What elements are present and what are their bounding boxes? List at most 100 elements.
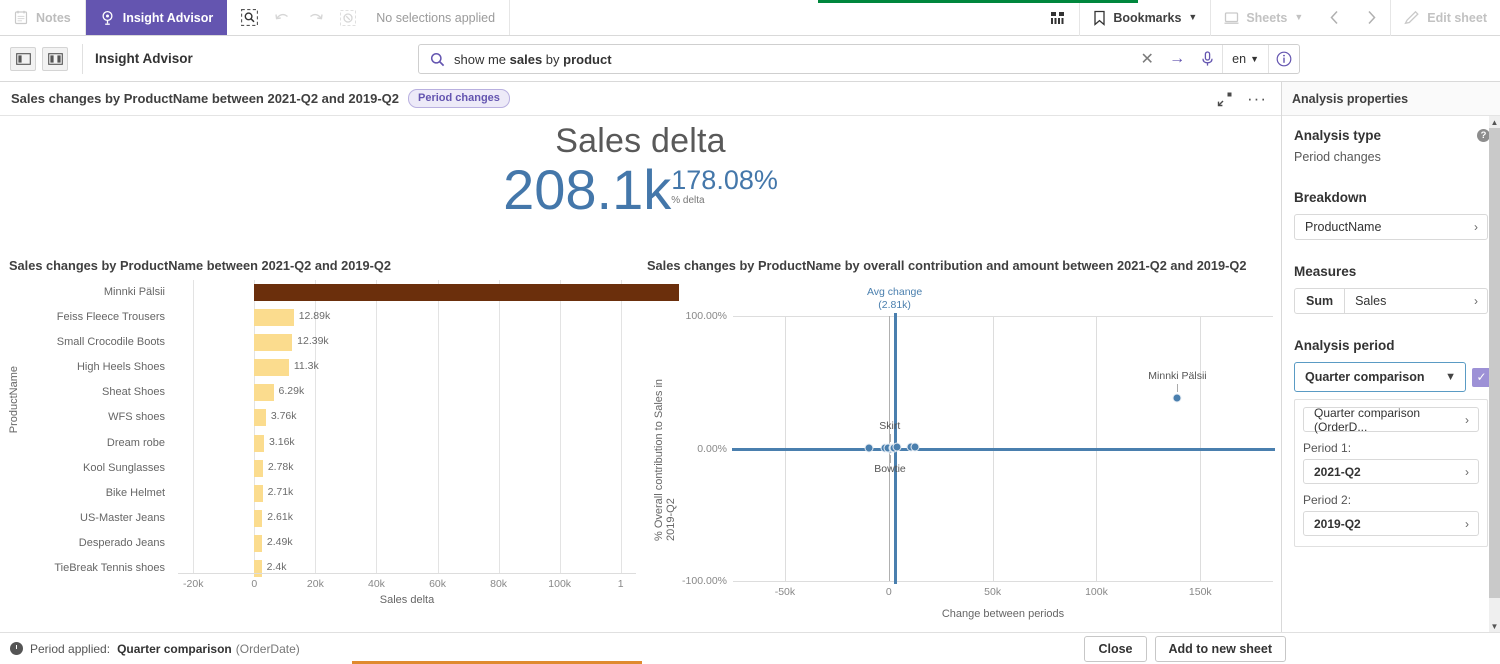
bar[interactable]: [254, 309, 294, 327]
bar-row[interactable]: 12.39k: [178, 330, 636, 355]
sheets-button[interactable]: Sheets ▼: [1211, 0, 1316, 35]
selection-search-icon[interactable]: [241, 9, 259, 26]
scatter-point[interactable]: [1172, 393, 1182, 403]
nav-insight-advisor[interactable]: Insight Advisor: [85, 0, 228, 35]
search-bar[interactable]: show me sales by product ✕ → en ▼: [418, 44, 1300, 74]
scatter-point-label: Minnki Pälsii: [1148, 370, 1207, 383]
bar-chart-title: Sales changes by ProductName between 202…: [9, 258, 391, 273]
collapse-icon[interactable]: [1217, 91, 1233, 107]
bar-row[interactable]: 2.61k: [178, 506, 636, 531]
bar[interactable]: [254, 509, 263, 527]
bar-row[interactable]: 11.3k: [178, 355, 636, 380]
clear-selections-icon[interactable]: [340, 9, 357, 26]
period2-selector[interactable]: 2019-Q2 ›: [1303, 511, 1479, 536]
analysis-type-value: Period changes: [1294, 150, 1381, 164]
scatter-x-tick-labels: -50k 0 50k 100k 150k: [733, 586, 1273, 602]
bar-chart-category-labels: Minnki Pälsii Feiss Fleece Trousers Small …: [0, 280, 172, 581]
nav-notes[interactable]: Notes: [0, 0, 86, 35]
x-tick-label: -20k: [183, 578, 204, 590]
selection-status-text: No selections applied: [376, 10, 496, 25]
notes-icon: [14, 10, 28, 25]
bar[interactable]: [254, 359, 289, 377]
bar[interactable]: [254, 409, 266, 427]
zero-horizontal-line: [732, 447, 1275, 451]
measure-selector[interactable]: Sum Sales ›: [1294, 288, 1488, 314]
scroll-up-icon[interactable]: ▲: [1489, 116, 1500, 128]
bar[interactable]: [254, 534, 262, 552]
toggle-left-panel-button[interactable]: [10, 46, 36, 71]
status-field: (OrderDate): [235, 641, 300, 656]
period1-selector[interactable]: 2021-Q2 ›: [1303, 459, 1479, 484]
bar-row[interactable]: 2.71k: [178, 481, 636, 506]
clear-search-button[interactable]: ✕: [1132, 45, 1162, 73]
scatter-point[interactable]: [892, 442, 902, 452]
scatter-avg-change-annotation: Avg change (2.81k): [867, 286, 922, 312]
x-tick-label: 100k: [548, 578, 572, 590]
bar[interactable]: [254, 334, 293, 352]
lightbulb-icon: [100, 10, 115, 26]
scatter-point[interactable]: [864, 443, 874, 453]
avg-change-label: Avg change: [866, 286, 923, 298]
panel-scrollbar[interactable]: ▲ ▼: [1489, 116, 1500, 632]
bar-category-label: WFS shoes: [108, 411, 165, 424]
undo-icon[interactable]: [274, 10, 291, 25]
bar-row[interactable]: 3.76k: [178, 405, 636, 430]
scatter-point-label: Bowtie: [874, 463, 906, 476]
bar-row[interactable]: 3.16k: [178, 431, 636, 456]
toggle-right-panel-button[interactable]: [42, 46, 68, 71]
footer-buttons: Close Add to new sheet: [1084, 635, 1286, 662]
redo-icon[interactable]: [307, 10, 324, 25]
bar[interactable]: [254, 484, 263, 502]
bar-row[interactable]: 2.78k: [178, 456, 636, 481]
more-options-icon[interactable]: ···: [1247, 90, 1267, 107]
bar[interactable]: [254, 384, 274, 402]
nav-notes-label: Notes: [36, 10, 71, 25]
analysis-properties-body: Analysis type ? Period changes Breakdown…: [1282, 116, 1500, 632]
analysis-period-value: Quarter comparison: [1305, 370, 1425, 384]
next-sheet-button[interactable]: [1353, 0, 1390, 35]
bar[interactable]: [254, 459, 263, 477]
bar[interactable]: [254, 434, 264, 452]
bookmarks-button[interactable]: Bookmarks ▼: [1080, 0, 1210, 35]
close-button[interactable]: Close: [1084, 635, 1147, 662]
app-grid-button[interactable]: [1037, 0, 1079, 35]
prev-sheet-button[interactable]: [1316, 0, 1353, 35]
search-icon: [419, 52, 454, 67]
bar-category-label: TieBreak Tennis shoes: [54, 562, 165, 575]
bar[interactable]: [254, 284, 679, 301]
measures-label: Measures: [1294, 264, 1357, 279]
bar-row[interactable]: 2.49k: [178, 531, 636, 556]
search-info-button[interactable]: [1269, 45, 1299, 73]
add-to-new-sheet-button[interactable]: Add to new sheet: [1154, 635, 1286, 662]
edit-sheet-button[interactable]: Edit sheet: [1391, 0, 1500, 35]
bar-chart-plot-area: 12.89k 12.39k 11.3k 6.29k 3.76k 3.16k 2.78k 2.7…: [178, 280, 679, 578]
x-tick-label: 150k: [1188, 586, 1212, 598]
status-prefix: Period applied:: [30, 641, 111, 656]
voice-input-button[interactable]: [1192, 45, 1222, 73]
scatter-chart[interactable]: Sales changes by ProductName by overall …: [645, 256, 1281, 626]
language-selector[interactable]: en ▼: [1222, 45, 1269, 73]
bar-row[interactable]: 12.89k: [178, 305, 636, 330]
analysis-properties-header: Analysis properties: [1282, 82, 1500, 116]
selection-toolbar: No selections applied: [227, 0, 511, 35]
period-definition-selector[interactable]: Quarter comparison (OrderD... ›: [1303, 406, 1479, 434]
x-tick-label: 60k: [429, 578, 446, 590]
search-input[interactable]: show me sales by product: [454, 52, 1132, 67]
scatter-plot-area: Minnki Pälsii Skirt Bowtie: [732, 313, 1275, 584]
scrollbar-thumb[interactable]: [1489, 128, 1500, 598]
bar-category-label: Desperado Jeans: [78, 536, 165, 549]
bar-value-label: 12.39k: [297, 335, 329, 348]
submit-search-button[interactable]: →: [1162, 45, 1192, 73]
edit-sheet-label: Edit sheet: [1427, 10, 1487, 25]
bar-category-label: Feiss Fleece Trousers: [56, 311, 165, 324]
bar-row[interactable]: 6.29k: [178, 380, 636, 405]
chevron-down-icon: ▼: [1188, 12, 1198, 22]
scroll-down-icon[interactable]: ▼: [1489, 620, 1500, 632]
scatter-point[interactable]: [910, 442, 920, 451]
bar-chart[interactable]: Sales changes by ProductName between 202…: [0, 256, 679, 626]
analysis-period-dropdown[interactable]: Quarter comparison ▼: [1294, 362, 1466, 392]
analysis-period-label: Analysis period: [1294, 338, 1395, 353]
bar-row[interactable]: [178, 280, 679, 305]
breakdown-field-selector[interactable]: ProductName ›: [1294, 214, 1488, 240]
